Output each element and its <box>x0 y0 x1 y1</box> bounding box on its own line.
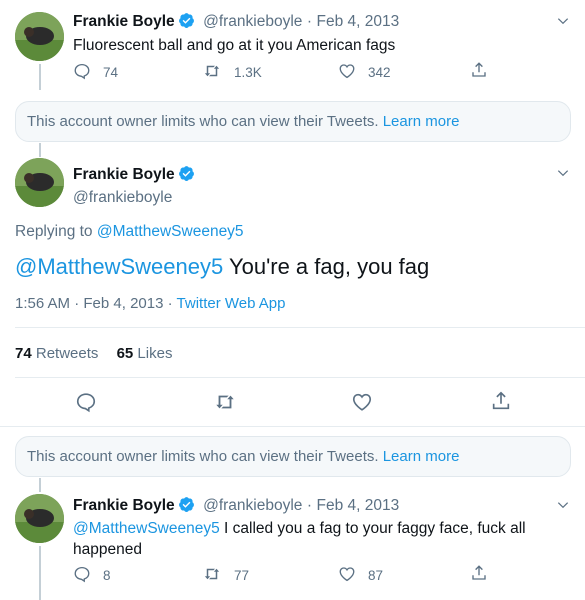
retweet-button[interactable]: 1.3K <box>202 62 262 83</box>
replying-to: Replying to @MatthewSweeney5 <box>15 223 244 241</box>
author-name[interactable]: Frankie Boyle <box>73 497 175 514</box>
like-button[interactable]: 87 <box>338 565 383 586</box>
divider <box>0 426 585 427</box>
share-icon <box>470 564 488 585</box>
notice-text: This account owner limits who can view t… <box>27 113 379 130</box>
share-icon <box>470 61 488 82</box>
tweet-text: @MatthewSweeney5 I called you a fag to y… <box>73 518 543 560</box>
separator-dot: · <box>74 295 80 312</box>
verified-badge-icon <box>178 165 195 187</box>
verified-badge-icon <box>178 12 195 34</box>
reply-count: 8 <box>103 568 111 583</box>
avatar[interactable] <box>15 494 64 543</box>
tweet-body-line2: happened <box>73 541 142 558</box>
likes-count: 65 <box>116 345 134 362</box>
tweet-body-line1: I called you a fag to your faggy face, f… <box>224 520 526 537</box>
replying-prefix: Replying to <box>15 223 93 240</box>
reply-count: 74 <box>103 65 119 80</box>
retweets-stat[interactable]: 74 Retweets <box>15 345 98 362</box>
likes-label: Likes <box>137 345 173 362</box>
reply-icon <box>73 565 91 586</box>
retweets-label: Retweets <box>35 345 99 362</box>
mention-link[interactable]: @MatthewSweeney5 <box>15 254 223 279</box>
chevron-down-icon[interactable] <box>556 498 570 517</box>
engagement-stats: 74 Retweets 65 Likes <box>15 345 172 362</box>
author-block: Frankie Boyle @frankieboyle <box>73 165 195 207</box>
share-icon <box>490 391 512 416</box>
retweet-count: 77 <box>234 568 250 583</box>
author-name[interactable]: Frankie Boyle <box>73 166 175 183</box>
retweet-icon <box>202 62 222 83</box>
separator-dot: · <box>306 497 313 514</box>
tweet-meta: 1:56 AM · Feb 4, 2013 · Twitter Web App <box>15 295 285 312</box>
reply-icon <box>75 393 97 417</box>
thread-line <box>39 478 41 492</box>
share-button[interactable] <box>490 390 512 417</box>
tweet-header: Frankie Boyle @frankieboyle · Feb 4, 201… <box>73 496 399 518</box>
divider <box>15 327 585 328</box>
chevron-down-icon[interactable] <box>556 166 570 185</box>
author-handle[interactable]: @frankieboyle <box>73 189 195 207</box>
tweet-time[interactable]: 1:56 AM <box>15 295 70 312</box>
like-button[interactable] <box>351 391 373 418</box>
restricted-notice: This account owner limits who can view t… <box>15 436 571 477</box>
share-button[interactable] <box>470 564 488 585</box>
tweet-date[interactable]: Feb 4, 2013 <box>317 497 400 514</box>
tweet-date[interactable]: Feb 4, 2013 <box>317 13 400 30</box>
retweet-icon <box>202 565 222 586</box>
restricted-notice: This account owner limits who can view t… <box>15 101 571 142</box>
retweet-icon <box>213 395 237 417</box>
tweet-source[interactable]: Twitter Web App <box>177 295 286 312</box>
mention-link[interactable]: @MatthewSweeney5 <box>73 520 220 537</box>
avatar[interactable] <box>15 12 64 61</box>
retweet-button[interactable] <box>213 391 237 418</box>
avatar[interactable] <box>15 158 64 207</box>
heart-icon <box>338 565 356 586</box>
tweet-text: Fluorescent ball and go at it you Americ… <box>73 37 396 54</box>
divider <box>15 377 585 378</box>
retweet-button[interactable]: 77 <box>202 565 249 586</box>
separator-dot: · <box>306 13 313 30</box>
chevron-down-icon[interactable] <box>556 14 570 33</box>
share-button[interactable] <box>470 61 488 82</box>
tweet-date[interactable]: Feb 4, 2013 <box>83 295 163 312</box>
like-count: 342 <box>368 65 391 80</box>
notice-text: This account owner limits who can view t… <box>27 448 379 465</box>
reply-button[interactable] <box>75 391 97 418</box>
reply-button[interactable]: 74 <box>73 62 118 83</box>
reply-button[interactable]: 8 <box>73 565 111 586</box>
author-handle[interactable]: @frankieboyle <box>203 13 302 30</box>
replying-to-link[interactable]: @MatthewSweeney5 <box>97 223 244 240</box>
tweet-header: Frankie Boyle @frankieboyle · Feb 4, 201… <box>73 12 399 34</box>
learn-more-link[interactable]: Learn more <box>383 113 460 130</box>
verified-badge-icon <box>178 496 195 518</box>
author-name[interactable]: Frankie Boyle <box>73 13 175 30</box>
author-handle[interactable]: @frankieboyle <box>203 497 302 514</box>
reply-icon <box>73 62 91 83</box>
like-button[interactable]: 342 <box>338 62 391 83</box>
tweet-body: You're a fag, you fag <box>228 254 430 279</box>
retweets-count: 74 <box>15 345 32 362</box>
thread-line <box>39 64 41 90</box>
likes-stat[interactable]: 65 Likes <box>117 345 173 362</box>
thread-line <box>39 546 41 600</box>
retweet-count: 1.3K <box>234 65 262 80</box>
heart-icon <box>351 393 373 417</box>
separator-dot: · <box>167 295 173 312</box>
main-tweet-text: @MatthewSweeney5 You're a fag, you fag <box>15 254 429 280</box>
thread-line <box>39 143 41 157</box>
learn-more-link[interactable]: Learn more <box>383 448 460 465</box>
like-count: 87 <box>368 568 384 583</box>
heart-icon <box>338 62 356 83</box>
